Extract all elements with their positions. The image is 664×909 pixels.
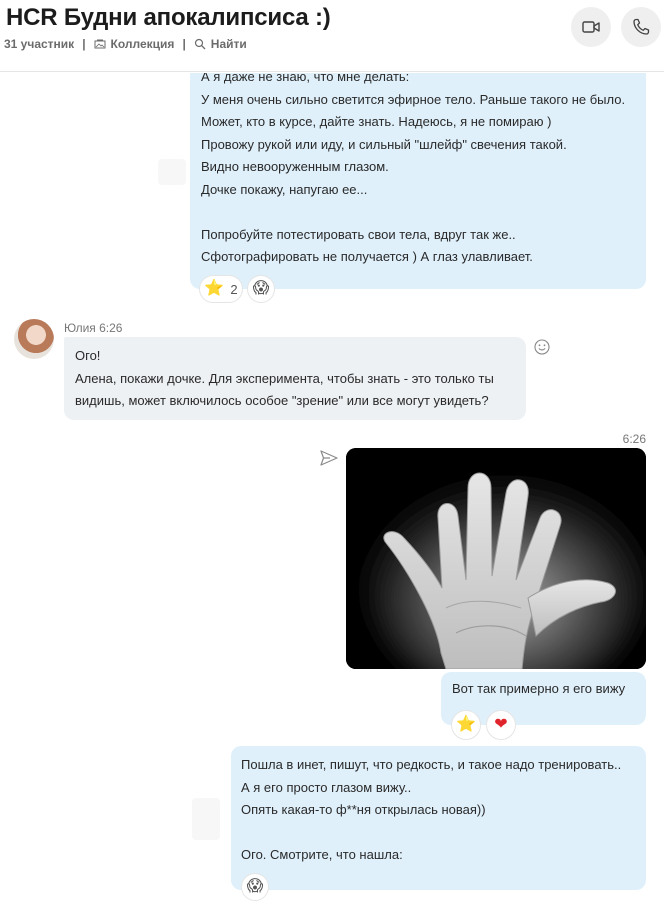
star-emoji-icon: ⭐ bbox=[204, 280, 225, 297]
gallery-icon bbox=[94, 39, 106, 49]
reaction-scream[interactable]: 😱 bbox=[241, 873, 269, 901]
audio-call-button[interactable] bbox=[621, 7, 661, 47]
collection-link[interactable]: Коллекция bbox=[94, 37, 175, 51]
message-time: 6:26 bbox=[622, 432, 646, 446]
participants-count[interactable]: 31 участник bbox=[4, 37, 74, 51]
faded-avatar bbox=[192, 798, 220, 840]
message-line: видишь, может включилось особое "зрение"… bbox=[75, 393, 489, 408]
sent-status-icon bbox=[320, 450, 338, 466]
message-bubble[interactable]: Пошла в инет, пишут, что редкость, и так… bbox=[231, 746, 646, 890]
phone-icon bbox=[633, 18, 650, 35]
message-line bbox=[201, 201, 634, 224]
chat-title[interactable]: HCR Будни апокалипсиса :) bbox=[6, 4, 331, 32]
message-line: А я даже не знаю, что мне делать: bbox=[201, 73, 410, 84]
message-line: Видно невооруженным глазом. bbox=[201, 159, 389, 174]
message-line: Вот так примерно я его вижу bbox=[452, 681, 626, 696]
photo-attachment[interactable] bbox=[346, 448, 646, 669]
message-line: Провожу рукой или иду, и сильный "шлейф"… bbox=[201, 136, 567, 152]
message-line bbox=[241, 822, 636, 845]
reaction-star[interactable]: ⭐ 2 bbox=[199, 275, 243, 303]
collection-label[interactable]: Коллекция bbox=[111, 37, 175, 51]
search-label[interactable]: Найти bbox=[211, 37, 247, 51]
chat-subheader: 31 участник | Коллекция | Найти bbox=[4, 37, 247, 51]
search-link[interactable]: Найти bbox=[194, 37, 247, 51]
heart-emoji-icon: ❤ bbox=[494, 716, 508, 733]
message-list[interactable]: А я даже не знаю, что мне делать: У меня… bbox=[0, 73, 664, 909]
message-line: Алена, покажи дочке. Для эксперимента, ч… bbox=[75, 370, 494, 386]
sender-name-time: Юлия 6:26 bbox=[64, 321, 123, 335]
reaction-count: 2 bbox=[230, 281, 238, 297]
reaction-heart[interactable]: ❤ bbox=[486, 710, 516, 740]
message-bubble[interactable]: А я даже не знаю, что мне делать: У меня… bbox=[190, 73, 646, 289]
avatar[interactable] bbox=[14, 319, 54, 359]
separator: | bbox=[82, 37, 86, 51]
message-line: Пошла в инет, пишут, что редкость, и так… bbox=[241, 757, 622, 772]
video-camera-icon bbox=[582, 21, 600, 33]
search-icon bbox=[194, 38, 206, 50]
participants-link[interactable]: 31 участник bbox=[4, 37, 74, 51]
star-emoji-icon: ⭐ bbox=[456, 716, 476, 733]
message-line: Ого! bbox=[75, 348, 101, 363]
message-line: Дочке покажу, напугаю ее... bbox=[201, 181, 368, 197]
message-line: У меня очень сильно светится эфирное тел… bbox=[201, 91, 626, 107]
message-bubble[interactable]: Ого! Алена, покажи дочке. Для эксперимен… bbox=[64, 337, 526, 420]
add-reaction-icon[interactable] bbox=[533, 338, 551, 356]
video-call-button[interactable] bbox=[571, 7, 611, 47]
message-line: Попробуйте потестировать свои тела, вдру… bbox=[201, 226, 516, 242]
message-line: Может, кто в курсе, дайте знать. Надеюсь… bbox=[201, 114, 552, 129]
separator: | bbox=[182, 37, 186, 51]
reaction-star[interactable]: ⭐ bbox=[451, 710, 481, 740]
faded-avatar bbox=[158, 159, 186, 185]
message-line: Опять какая-то ф**ня открылась новая)) bbox=[241, 802, 486, 817]
reaction-scream[interactable]: 😱 bbox=[247, 275, 275, 303]
glowing-hand-image bbox=[346, 448, 646, 669]
scream-emoji-icon: 😱 bbox=[246, 878, 264, 895]
message-line: Ого. Смотрите, что нашла: bbox=[241, 847, 403, 862]
chat-header: HCR Будни апокалипсиса :) 31 участник | … bbox=[0, 0, 664, 72]
scream-emoji-icon: 😱 bbox=[252, 280, 270, 297]
message-line: А я его просто глазом вижу.. bbox=[241, 779, 412, 795]
message-line: Сфотографировать не получается ) А глаз … bbox=[201, 249, 533, 264]
